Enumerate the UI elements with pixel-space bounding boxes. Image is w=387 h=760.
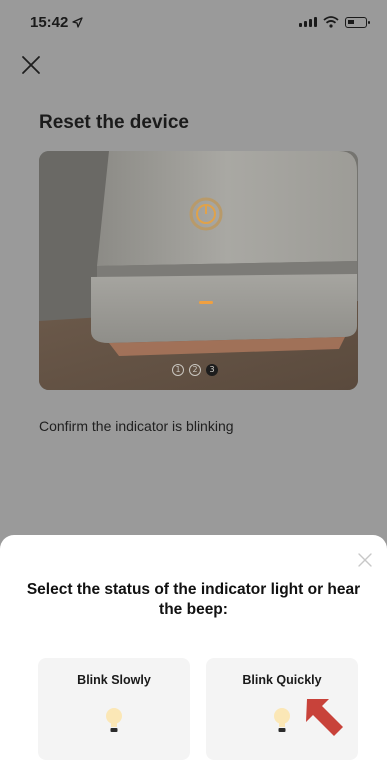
status-time: 15:42 [30, 13, 84, 31]
time-text: 15:42 [30, 13, 69, 31]
option-label: Blink Quickly [242, 673, 322, 687]
bulb-icon [274, 708, 290, 732]
close-icon[interactable] [20, 54, 42, 76]
status-bar: 15:42 [0, 0, 387, 44]
pager-dot-3[interactable]: 3 [206, 364, 218, 376]
pager-dot-1[interactable]: 1 [172, 364, 184, 376]
bulb-icon [106, 708, 122, 732]
pager-dot-2[interactable]: 2 [189, 364, 201, 376]
battery-low-icon [345, 16, 370, 28]
status-icons [299, 16, 370, 28]
device-photo [39, 151, 358, 390]
instruction-text: Confirm the indicator is blinking [39, 418, 234, 434]
page-title: Reset the device [39, 112, 189, 133]
location-arrow-icon [72, 16, 84, 28]
device-illustration [39, 151, 358, 390]
sheet-close-icon[interactable] [357, 552, 373, 568]
blink-slowly-option[interactable]: Blink Slowly [38, 658, 190, 760]
option-label: Blink Slowly [77, 673, 151, 687]
red-arrow-icon [306, 699, 343, 736]
signal-bars-icon [299, 17, 317, 27]
image-pager: 1 2 3 [172, 364, 218, 376]
sheet-title: Select the status of the indicator light… [26, 581, 361, 618]
wifi-icon [323, 16, 339, 28]
